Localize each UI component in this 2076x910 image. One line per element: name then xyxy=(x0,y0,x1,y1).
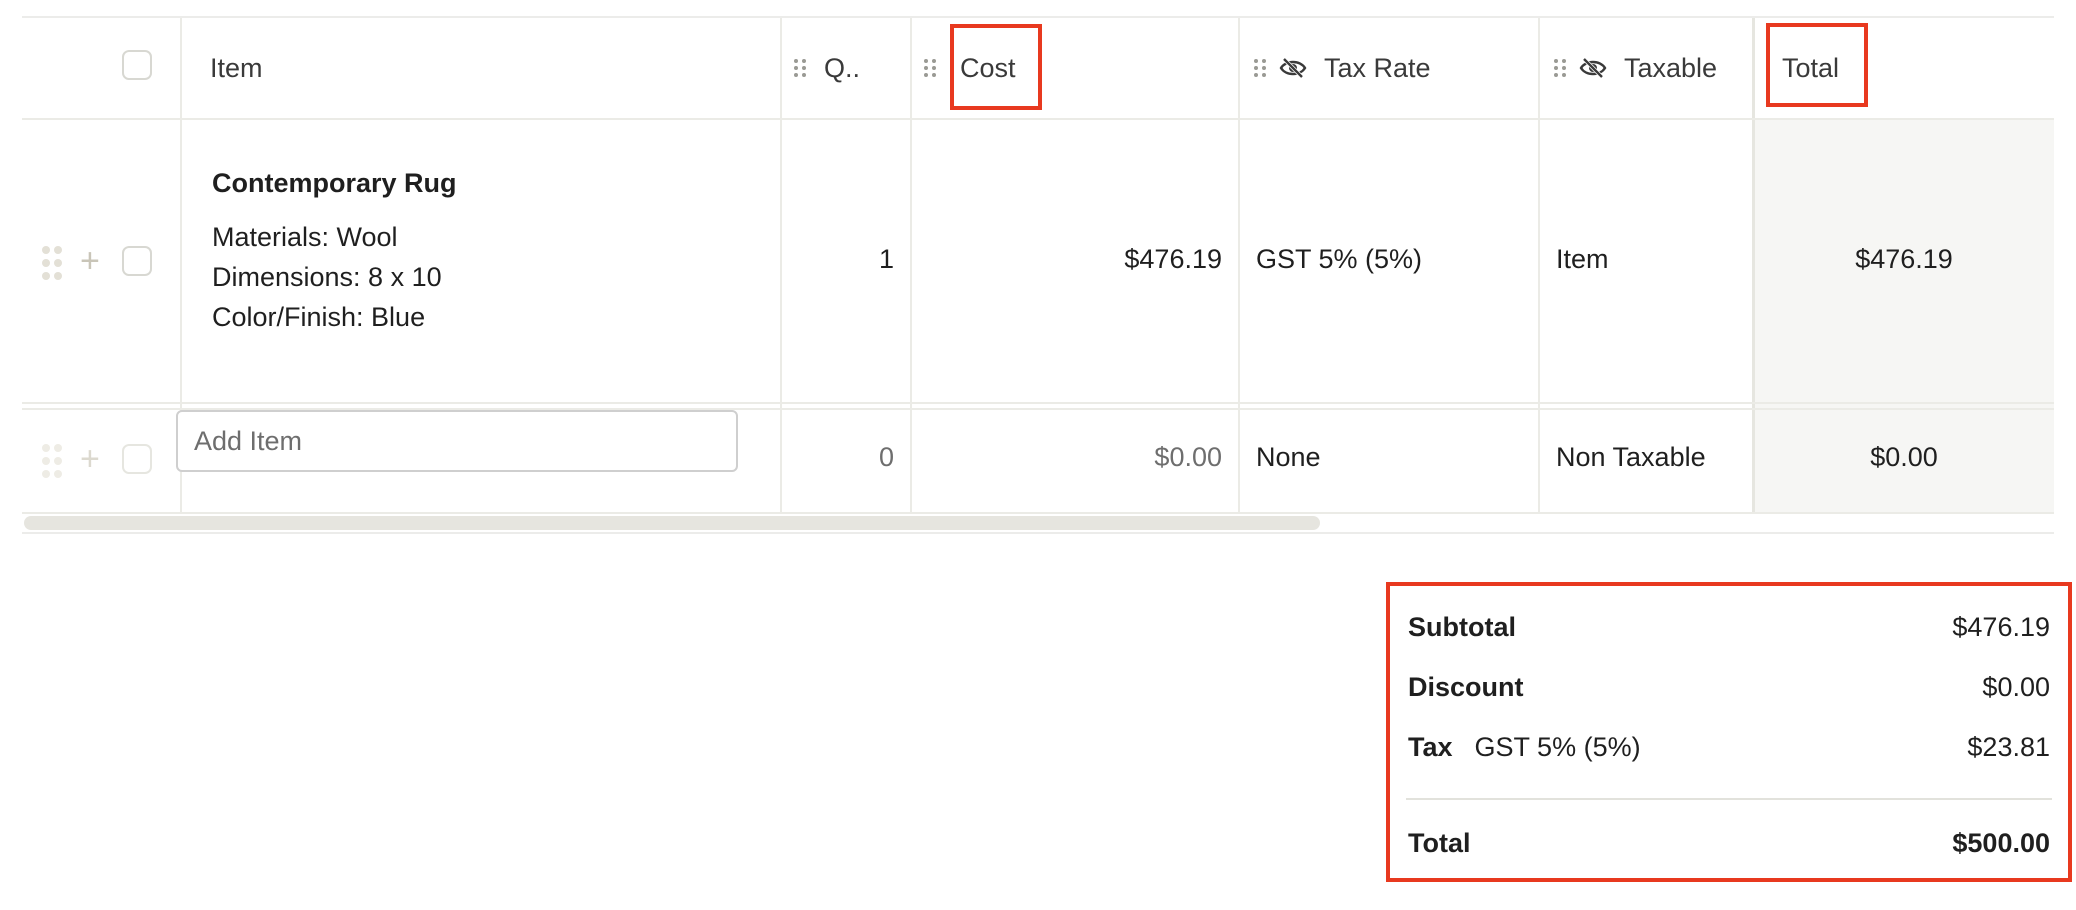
grip-icon xyxy=(42,444,64,478)
eye-slash-icon xyxy=(1279,57,1307,79)
line-item-cell[interactable]: Contemporary Rug Materials: Wool Dimensi… xyxy=(212,168,457,337)
totals-summary: Subtotal $476.19 Discount $0.00 Tax GST 5… xyxy=(1386,582,2072,882)
add-row-qty[interactable]: 0 xyxy=(780,442,894,473)
subtotal-label: Subtotal xyxy=(1408,612,1516,642)
summary-divider xyxy=(1406,798,2052,800)
row-add-button[interactable]: + xyxy=(80,244,100,278)
col-divider xyxy=(1538,18,1540,514)
grip-icon[interactable] xyxy=(924,57,938,79)
add-row-total: $0.00 xyxy=(1870,442,1938,472)
summary-discount-row[interactable]: Discount $0.00 xyxy=(1408,672,2050,703)
column-header-tax-rate[interactable]: Tax Rate xyxy=(1254,48,1431,88)
row-select-cell xyxy=(122,246,152,276)
table-bottom-border xyxy=(22,532,2054,534)
grip-icon[interactable] xyxy=(1254,57,1268,79)
row-divider xyxy=(22,402,2054,404)
line-item-taxable[interactable]: Item xyxy=(1556,244,1609,275)
grip-icon[interactable] xyxy=(794,57,808,79)
highlight-total-header xyxy=(1766,23,1868,107)
line-item-detail: Materials: Wool xyxy=(212,222,398,252)
row-select-cell xyxy=(122,444,152,474)
row-checkbox[interactable] xyxy=(122,444,152,474)
summary-tax-row[interactable]: Tax GST 5% (5%) $23.81 xyxy=(1408,732,2050,763)
tax-label: Tax xyxy=(1408,732,1453,762)
column-header-qty-label: Q.. xyxy=(824,52,861,83)
horizontal-scrollbar[interactable] xyxy=(22,516,2054,532)
total-value: $500.00 xyxy=(1952,828,2050,858)
add-row-taxable[interactable]: Non Taxable xyxy=(1556,442,1706,473)
select-all-cell xyxy=(122,50,152,80)
plus-icon: + xyxy=(80,440,100,478)
tax-rate-value: GST 5% (5%) xyxy=(1474,732,1641,762)
discount-label: Discount xyxy=(1408,672,1524,702)
line-item-cost[interactable]: $476.19 xyxy=(910,244,1222,275)
line-item-title: Contemporary Rug xyxy=(212,168,457,198)
column-header-taxable[interactable]: Taxable xyxy=(1554,48,1717,88)
subtotal-value: $476.19 xyxy=(1952,612,2050,642)
col-divider xyxy=(1238,18,1240,514)
column-header-taxable-label: Taxable xyxy=(1624,52,1718,83)
line-item-detail: Dimensions: 8 x 10 xyxy=(212,262,442,292)
row-divider xyxy=(22,512,2054,514)
tax-value: $23.81 xyxy=(1967,732,2050,762)
row-drag-handle[interactable] xyxy=(42,246,64,280)
total-label: Total xyxy=(1408,828,1471,858)
column-header-tax-rate-label: Tax Rate xyxy=(1324,52,1431,83)
discount-value: $0.00 xyxy=(1982,672,2050,702)
scrollbar-thumb[interactable] xyxy=(24,516,1320,530)
row-drag-handle[interactable] xyxy=(42,444,64,478)
column-header-item[interactable]: Item xyxy=(210,48,263,88)
row-add-button[interactable]: + xyxy=(80,442,100,476)
summary-subtotal-row: Subtotal $476.19 xyxy=(1408,612,2050,643)
add-item-input[interactable] xyxy=(176,410,738,472)
line-item-tax-rate[interactable]: GST 5% (5%) xyxy=(1256,244,1422,275)
column-header-item-label: Item xyxy=(210,52,263,83)
column-header-qty[interactable]: Q.. xyxy=(794,48,860,88)
add-row-cost[interactable]: $0.00 xyxy=(910,442,1222,473)
line-item-detail: Color/Finish: Blue xyxy=(212,302,426,332)
line-item-qty[interactable]: 1 xyxy=(780,244,894,275)
plus-icon: + xyxy=(80,242,100,280)
line-item-total: $476.19 xyxy=(1855,244,1953,274)
row-checkbox[interactable] xyxy=(122,246,152,276)
grip-icon xyxy=(42,246,64,280)
select-all-checkbox[interactable] xyxy=(122,50,152,80)
eye-slash-icon xyxy=(1579,57,1607,79)
add-row-tax-rate[interactable]: None xyxy=(1256,442,1321,473)
grip-icon[interactable] xyxy=(1554,57,1568,79)
row-divider xyxy=(22,118,2054,120)
summary-total-row: Total $500.00 xyxy=(1408,828,2050,859)
highlight-cost-header xyxy=(950,24,1042,110)
